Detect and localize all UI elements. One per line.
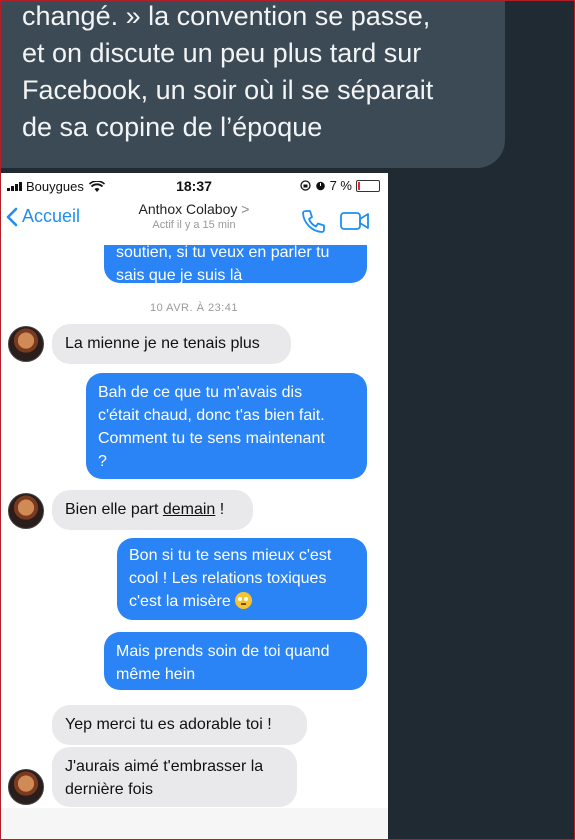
conversation-header: Accueil Anthox Colaboy > Actif il y a 15… <box>0 199 388 246</box>
contact-avatar <box>8 326 44 362</box>
messenger-screenshot: Bouygues 18:37 7 % Accueil Anthox Colabo… <box>0 173 388 840</box>
eye-roll-emoji-icon <box>234 592 252 609</box>
outgoing-message: Mais prends soin de toi quand même hein <box>104 632 367 690</box>
phone-icon[interactable] <box>300 208 326 234</box>
contact-info[interactable]: Anthox Colaboy > Actif il y a 15 min <box>0 201 388 231</box>
battery-percent: 7 % <box>329 178 352 193</box>
linked-word[interactable]: demain <box>163 501 215 518</box>
incoming-message: Bien elle part demain ! <box>52 490 253 530</box>
contact-avatar <box>8 769 44 805</box>
outgoing-message: Bah de ce que tu m'avais dis c'était cha… <box>86 373 367 479</box>
caption-line: et on discute un peu plus tard sur <box>22 38 422 68</box>
battery-icon <box>356 179 380 192</box>
message-timestamp: 10 AVR. À 23:41 <box>149 302 239 314</box>
caption-line: de sa copine de l’époque <box>22 112 323 142</box>
rotation-lock-icon <box>299 180 311 191</box>
message-thread: soutien, si tu veux en parler tu sais qu… <box>0 245 388 840</box>
active-status: Actif il y a 15 min <box>152 219 236 231</box>
caption-line: changé. » la convention se passe, <box>22 1 431 31</box>
alarm-icon <box>315 181 325 191</box>
outgoing-message: Bon si tu te sens mieux c'est cool ! Les… <box>117 538 367 620</box>
caption-bubble: changé. » la convention se passe, et on … <box>0 0 505 168</box>
incoming-message: Yep merci tu es adorable toi ! <box>52 705 307 745</box>
composer-bar <box>0 808 388 840</box>
contact-avatar <box>8 493 44 529</box>
status-bar: Bouygues 18:37 7 % <box>0 173 388 199</box>
dark-background-panel <box>388 173 575 840</box>
video-camera-icon[interactable] <box>340 211 370 231</box>
incoming-message: La mienne je ne tenais plus <box>52 324 291 364</box>
outgoing-message: soutien, si tu veux en parler tu sais qu… <box>104 245 367 284</box>
chevron-right-icon: > <box>241 201 250 217</box>
contact-name: Anthox Colaboy <box>138 201 238 217</box>
incoming-message: J'aurais aimé t'embrasser la dernière fo… <box>52 747 297 807</box>
caption-line: Facebook, un soir où il se séparait <box>22 75 434 105</box>
